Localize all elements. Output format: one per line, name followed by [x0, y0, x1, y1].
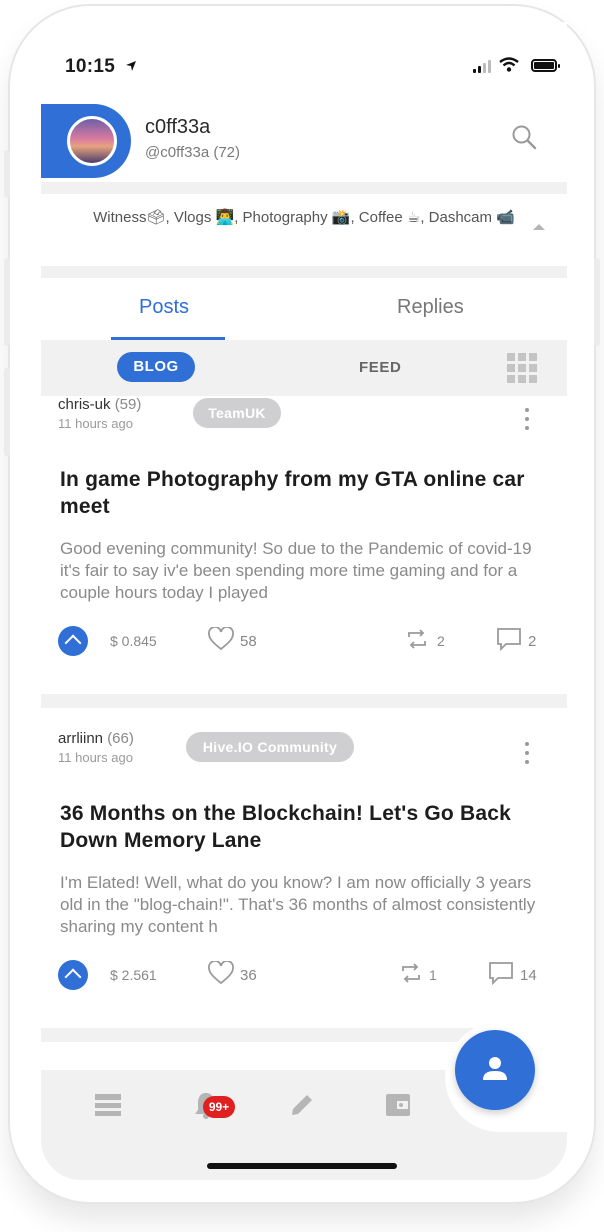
status-bar: 10:15 — [41, 52, 567, 82]
more-options-icon[interactable] — [525, 742, 531, 769]
post-card[interactable]: chris-uk (59) 11 hours ago TeamUK In gam… — [41, 396, 567, 694]
post-excerpt[interactable]: I'm Elated! Well, what do you know? I am… — [60, 872, 537, 938]
post-time: 11 hours ago — [58, 750, 133, 765]
post-actions: $ 2.561 36 1 14 — [58, 960, 567, 992]
post-author-line[interactable]: arrliinn (66) — [58, 730, 134, 747]
profile-about-text: Witness🗳, Vlogs 👨‍💻, Photography 📸, Coff… — [93, 209, 515, 226]
home-indicator[interactable] — [207, 1163, 397, 1169]
tab-posts[interactable]: Posts — [139, 296, 189, 319]
blog-filter-button[interactable]: BLOG — [117, 352, 195, 382]
post-author-line[interactable]: chris-uk (59) — [58, 396, 141, 413]
more-options-icon[interactable] — [525, 408, 531, 435]
profile-handle: @c0ff33a — [145, 144, 210, 161]
about-section: Witness🗳, Vlogs 👨‍💻, Photography 📸, Coff… — [41, 182, 567, 278]
upvote-button[interactable] — [58, 960, 88, 990]
search-icon[interactable] — [511, 124, 537, 155]
battery-icon — [531, 59, 560, 72]
location-arrow-icon — [125, 59, 137, 75]
heart-icon[interactable] — [208, 626, 234, 656]
like-count: 58 — [240, 633, 257, 650]
tab-replies[interactable]: Replies — [397, 296, 464, 319]
comment-count: 14 — [520, 967, 537, 984]
post-time: 11 hours ago — [58, 416, 133, 431]
wifi-icon — [499, 57, 519, 78]
post-title[interactable]: In game Photography from my GTA online c… — [60, 466, 537, 520]
profile-fab-button[interactable] — [455, 1030, 535, 1110]
heart-icon[interactable] — [208, 960, 234, 990]
comment-count: 2 — [528, 633, 537, 650]
reblog-count: 2 — [437, 633, 445, 649]
grid-view-icon[interactable] — [507, 353, 537, 383]
volume-up-button — [4, 258, 10, 346]
profile-handle-line: @c0ff33a (72) — [145, 144, 240, 161]
feed-filter-button[interactable]: FEED — [359, 359, 401, 376]
wallet-icon[interactable] — [383, 1090, 413, 1125]
cellular-signal-icon — [473, 60, 491, 73]
post-author-rep: (59) — [114, 396, 142, 413]
clock: 10:15 — [65, 56, 116, 77]
community-tag[interactable]: TeamUK — [193, 398, 281, 428]
post-payout[interactable]: $ 2.561 — [110, 967, 157, 983]
reblog-count: 1 — [429, 967, 437, 983]
post-author-rep: (66) — [107, 730, 134, 747]
post-excerpt[interactable]: Good evening community! So due to the Pa… — [60, 538, 537, 604]
profile-tabs: Posts Replies — [41, 278, 567, 340]
upvote-button[interactable] — [58, 626, 88, 656]
post-card[interactable]: arrliinn (66) 11 hours ago Hive.IO Commu… — [41, 708, 567, 1028]
comment-icon[interactable] — [496, 627, 522, 656]
post-payout[interactable]: $ 0.845 — [110, 633, 157, 649]
post-actions: $ 0.845 58 2 2 — [58, 626, 567, 658]
post-author[interactable]: chris-uk — [58, 396, 111, 413]
post-title[interactable]: 36 Months on the Blockchain! Let's Go Ba… — [60, 800, 537, 854]
profile-name: c0ff33a — [145, 116, 211, 138]
community-tag[interactable]: Hive.IO Community — [186, 732, 354, 762]
power-button — [594, 258, 600, 346]
volume-down-button — [4, 368, 10, 456]
reblog-icon[interactable] — [406, 628, 428, 655]
app-screen: 10:15 c0ff33a @c0ff33a (72) Witness🗳, Vl… — [41, 22, 567, 1180]
avatar-pill[interactable] — [41, 104, 131, 178]
post-author[interactable]: arrliinn — [58, 730, 103, 747]
profile-reputation: (72) — [213, 144, 241, 161]
divider — [41, 694, 567, 708]
like-count: 36 — [240, 967, 257, 984]
profile-about[interactable]: Witness🗳, Vlogs 👨‍💻, Photography 📸, Coff… — [41, 194, 567, 266]
avatar[interactable] — [67, 116, 117, 166]
filter-bar: BLOG FEED — [41, 340, 567, 396]
profile-icon — [481, 1054, 509, 1087]
comment-icon[interactable] — [488, 961, 514, 990]
notification-badge: 99+ — [203, 1096, 235, 1118]
profile-header: c0ff33a @c0ff33a (72) — [41, 104, 567, 182]
mute-switch — [4, 150, 10, 198]
pencil-icon[interactable] — [287, 1090, 317, 1125]
collapse-chevron-icon[interactable] — [533, 224, 545, 230]
reblog-icon[interactable] — [400, 962, 422, 989]
feed-icon[interactable] — [93, 1090, 123, 1125]
